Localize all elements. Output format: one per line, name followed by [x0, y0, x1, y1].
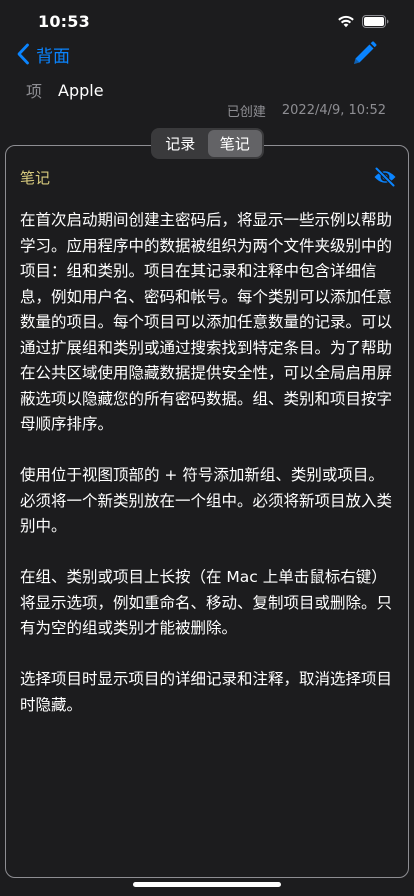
- note-panel: 笔记 在首次启动期间创建主密码后，将显示一些示例以帮助学习。应用程序中的数据被组…: [5, 145, 409, 878]
- created-label: 已创建: [226, 104, 266, 120]
- back-button[interactable]: 背面: [16, 41, 70, 67]
- segmented-control: 记录 笔记: [151, 128, 264, 159]
- segment-records[interactable]: 记录: [153, 130, 208, 157]
- status-time: 10:53: [38, 12, 90, 31]
- nav-bar: 背面: [0, 38, 414, 70]
- wifi-icon: [338, 15, 354, 28]
- segment-notes[interactable]: 笔记: [207, 130, 262, 157]
- note-body[interactable]: 在首次启动期间创建主密码后，将显示一些示例以帮助学习。应用程序中的数据被组织为两…: [20, 208, 398, 744]
- back-label: 背面: [36, 46, 70, 67]
- home-indicator: [133, 882, 281, 887]
- note-heading: 笔记: [20, 169, 51, 187]
- battery-icon: [362, 15, 389, 28]
- pencil-icon[interactable]: [350, 40, 378, 68]
- created-value: 2022/4/9, 10:52: [281, 102, 386, 118]
- note-paragraph: 使用位于视图顶部的 + 符号添加新组、类别或项目。必须将一个新类别放在一个组中。…: [20, 466, 393, 535]
- item-label: 项: [26, 82, 43, 101]
- note-paragraph: 选择项目时显示项目的详细记录和注释，取消选择项目时隐藏。: [20, 670, 393, 714]
- item-row: 项 Apple: [26, 78, 104, 102]
- note-paragraph: 在组、类别或项目上长按（在 Mac 上单击鼠标右键）将显示选项，例如重命名、移动…: [20, 568, 393, 637]
- eye-slash-icon[interactable]: [373, 167, 397, 187]
- note-paragraph: 在首次启动期间创建主密码后，将显示一些示例以帮助学习。应用程序中的数据被组织为两…: [20, 211, 393, 433]
- item-value: Apple: [58, 80, 104, 100]
- chevron-left-icon: [17, 43, 29, 65]
- created-row: 已创建 2022/4/9, 10:52: [227, 100, 386, 120]
